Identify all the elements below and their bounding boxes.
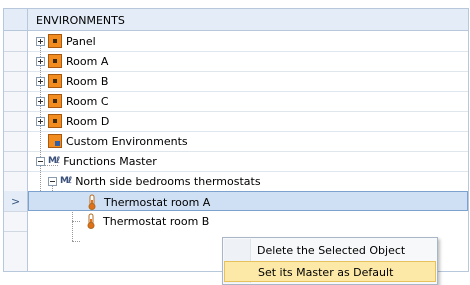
collapse-icon[interactable] xyxy=(48,176,57,186)
tree-row-room-b[interactable]: Room B xyxy=(28,71,468,91)
tree-item-label: Room B xyxy=(66,74,109,88)
row-indicator[interactable] xyxy=(4,91,27,112)
collapse-icon[interactable] xyxy=(36,156,45,166)
tree-item-label: Room D xyxy=(66,114,110,128)
row-indicator[interactable] xyxy=(4,131,27,152)
row-indicator[interactable] xyxy=(4,111,27,132)
tree-item-label: Custom Environments xyxy=(66,134,188,148)
tree-item-label: Functions Master xyxy=(63,154,157,168)
row-indicator[interactable] xyxy=(4,51,27,72)
environment-icon xyxy=(48,54,62,68)
row-indicator-gutter: > xyxy=(4,31,28,271)
row-indicator[interactable] xyxy=(4,171,27,192)
tree-item-label: Thermostat room B xyxy=(103,214,210,228)
row-indicator[interactable] xyxy=(4,211,27,232)
environment-icon xyxy=(48,74,62,88)
environment-icon xyxy=(48,94,62,108)
expand-icon[interactable] xyxy=(36,96,45,106)
tree-row-room-a[interactable]: Room A xyxy=(28,51,468,71)
tree-item-label: Room C xyxy=(66,94,109,108)
thermostat-icon xyxy=(84,194,100,210)
tree-row-panel[interactable]: Panel xyxy=(28,31,468,51)
row-indicator[interactable] xyxy=(4,151,27,172)
menu-item-label: Delete the Selected Object xyxy=(257,244,406,257)
row-indicator-current[interactable]: > xyxy=(4,191,27,212)
tree-row-room-c[interactable]: Room C xyxy=(28,91,468,111)
tree-item-label: Panel xyxy=(66,34,96,48)
environments-tree-panel: ENVIRONMENTS > Panel Room A Room B Room … xyxy=(3,8,469,272)
expand-icon[interactable] xyxy=(36,116,45,126)
thermostat-icon xyxy=(83,213,99,229)
tree-header: ENVIRONMENTS xyxy=(4,9,468,31)
expand-icon[interactable] xyxy=(36,36,45,46)
master-group-icon: Mℓ xyxy=(60,176,72,186)
header-gutter xyxy=(4,9,28,30)
delete-selected-object-menu-item[interactable]: Delete the Selected Object xyxy=(224,240,436,261)
tree-row-functions-master[interactable]: Mℓ Functions Master xyxy=(28,151,468,171)
tree-row-custom-environments[interactable]: Custom Environments xyxy=(28,131,468,151)
context-menu: Delete the Selected Object Set its Maste… xyxy=(222,237,438,285)
tree-item-label: North side bedrooms thermostats xyxy=(75,174,261,188)
tree-row-room-d[interactable]: Room D xyxy=(28,111,468,131)
tree-item-label: Thermostat room A xyxy=(104,195,211,209)
tree-header-title: ENVIRONMENTS xyxy=(36,14,125,27)
tree-item-label: Room A xyxy=(66,54,109,68)
tree-row-thermostat-room-a[interactable]: Thermostat room A xyxy=(28,191,468,211)
environment-icon xyxy=(48,34,62,48)
row-indicator[interactable] xyxy=(4,71,27,92)
set-master-as-default-menu-item[interactable]: Set its Master as Default xyxy=(224,261,436,282)
expand-icon[interactable] xyxy=(36,76,45,86)
environment-icon xyxy=(48,114,62,128)
row-indicator[interactable] xyxy=(4,31,27,52)
custom-environment-icon xyxy=(48,134,62,148)
current-row-arrow-icon: > xyxy=(11,195,21,208)
functions-master-icon: Mℓ xyxy=(48,156,60,166)
tree-connector xyxy=(72,241,80,242)
tree-row-north-side-bedrooms[interactable]: Mℓ North side bedrooms thermostats xyxy=(28,171,468,191)
tree-row-thermostat-room-b[interactable]: Thermostat room B xyxy=(28,211,468,231)
expand-icon[interactable] xyxy=(36,56,45,66)
